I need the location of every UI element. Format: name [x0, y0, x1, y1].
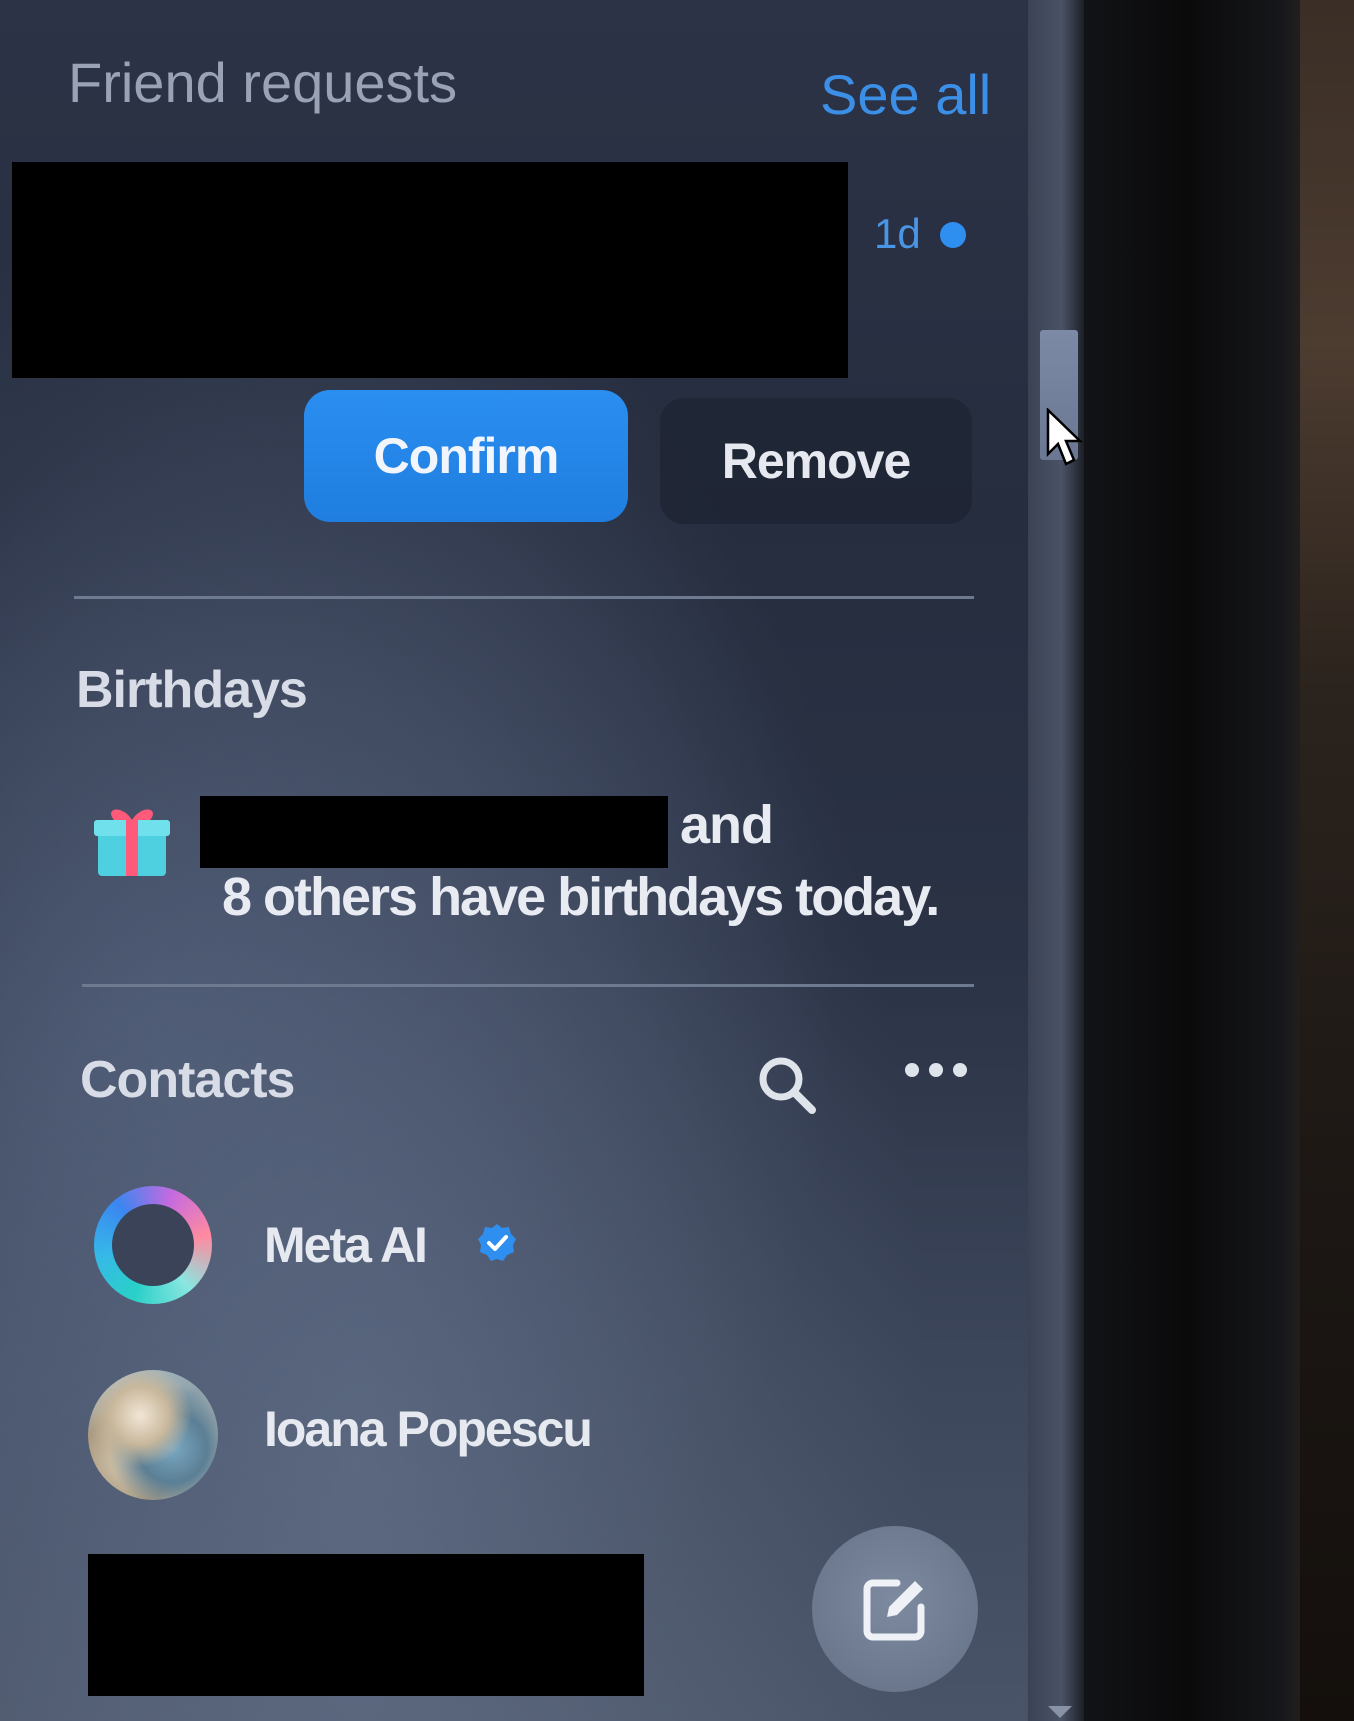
divider [82, 984, 974, 987]
monitor-bezel [1084, 0, 1314, 1721]
compose-icon [863, 1579, 925, 1641]
screen: Friend requests See all 1d Confirm Remov… [0, 0, 1354, 1721]
avatar[interactable] [88, 1370, 218, 1500]
divider [74, 596, 974, 599]
birthdays-title: Birthdays [76, 661, 308, 719]
contacts-title: Contacts [80, 1051, 295, 1109]
redacted-birthday-name[interactable] [200, 796, 668, 868]
request-time-ago: 1d [874, 210, 921, 257]
birthday-text-and: and [680, 795, 774, 855]
confirm-button[interactable]: Confirm [304, 390, 628, 522]
new-message-button[interactable] [812, 1526, 978, 1692]
contact-name-meta-ai[interactable]: Meta AI [264, 1216, 428, 1274]
gift-icon [94, 809, 170, 876]
contact-name-ioana-popescu[interactable]: Ioana Popescu [264, 1400, 593, 1458]
verified-badge-icon [478, 1224, 516, 1261]
birthday-text-others[interactable]: 8 others have birthdays today. [222, 866, 940, 928]
more-options-icon[interactable] [904, 1060, 968, 1080]
friend-requests-title: Friend requests [68, 51, 458, 114]
search-icon[interactable] [756, 1054, 818, 1116]
background [1300, 0, 1354, 1721]
see-all-link[interactable]: See all [820, 62, 991, 127]
right-sidebar-panel: Friend requests See all 1d Confirm Remov… [0, 0, 1028, 1721]
scrollbar-track[interactable] [1028, 0, 1084, 1721]
scroll-down-arrow-icon[interactable] [1048, 1706, 1072, 1718]
remove-button[interactable]: Remove [660, 398, 972, 524]
redacted-friend-request-info[interactable] [12, 162, 848, 378]
unread-dot [940, 222, 966, 248]
mouse-cursor-icon [1046, 408, 1084, 466]
redacted-contact[interactable] [88, 1554, 644, 1696]
meta-ai-ring-icon[interactable] [94, 1186, 212, 1304]
